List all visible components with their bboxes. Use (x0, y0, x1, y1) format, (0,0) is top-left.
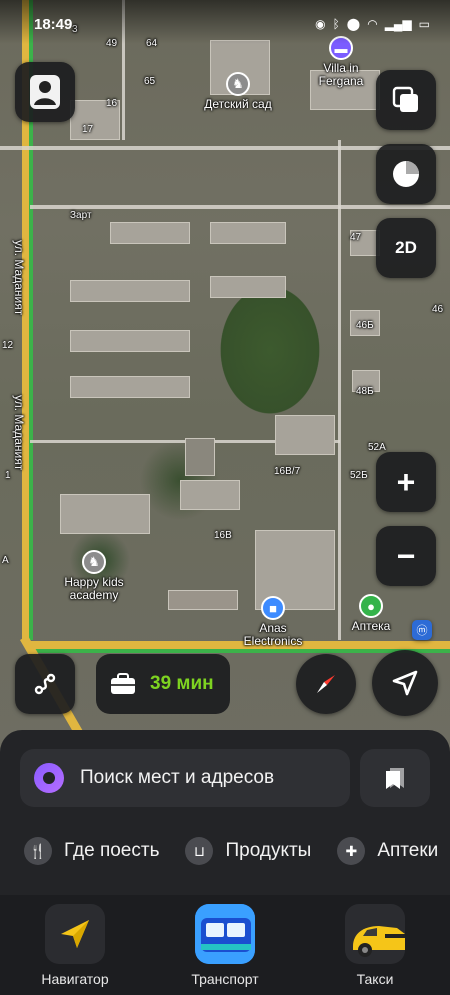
shopping-bag-icon: ■ (261, 596, 285, 620)
status-icons: ◉ ᛒ ⬤ ◠ ▂▄▆ ▭ (315, 17, 430, 31)
app-label: Такси (356, 971, 394, 987)
layers-button[interactable] (376, 70, 436, 130)
house-number: 16В (214, 530, 232, 541)
pill-icon: ● (359, 594, 383, 618)
bluetooth-icon: ᛒ (332, 17, 340, 31)
map-style-icon (393, 161, 419, 187)
status-bar: 18:49 ◉ ᛒ ⬤ ◠ ▂▄▆ ▭ (0, 0, 450, 44)
poi-kindergarten[interactable]: ♞ Детский сад (188, 72, 288, 111)
zoom-in-button[interactable]: + (376, 452, 436, 512)
chip-label: Продукты (225, 840, 312, 861)
house-number: 48Б (356, 386, 374, 397)
house-number: А (2, 555, 9, 566)
chip-label: Аптеки (377, 840, 439, 861)
search-placeholder: Поиск мест и адресов (80, 767, 275, 788)
route-icon (34, 673, 56, 695)
building (185, 438, 215, 476)
building (275, 415, 335, 455)
poi-happy-kids-academy[interactable]: ♞ Happy kids academy (44, 550, 144, 602)
eye-icon: ◉ (315, 17, 326, 31)
bottom-sheet: Поиск мест и адресов 🍴 Где поесть ⊔ Прод… (0, 730, 450, 895)
services-row: Навигатор Транспорт Такси (0, 895, 450, 995)
house-number: 17 (82, 124, 94, 135)
chip-where-to-eat[interactable]: 🍴 Где поесть (24, 837, 159, 865)
zoom-out-button[interactable]: − (376, 526, 436, 586)
building (70, 280, 190, 302)
plus-icon: ✚ (337, 837, 366, 865)
building (180, 480, 240, 510)
app-label: Навигатор (41, 971, 109, 987)
poi-pharmacy[interactable]: ● Аптека (336, 594, 406, 633)
app-label: Транспорт (191, 971, 259, 987)
chip-pharmacies[interactable]: ✚ Аптеки (337, 837, 438, 865)
house-number: 12 (2, 340, 14, 351)
alice-assistant-icon[interactable] (34, 763, 64, 793)
street-label: ул. Маданият (12, 395, 26, 471)
route-button[interactable] (15, 654, 75, 714)
commute-time-button[interactable]: 39 мин (96, 654, 230, 714)
signal-icon: ▂▄▆ (384, 17, 412, 31)
building (60, 494, 150, 534)
metro-icon[interactable]: ⓜ (412, 620, 432, 640)
chip-label: Где поесть (64, 840, 160, 861)
2d-mode-button[interactable]: 2D (376, 218, 436, 278)
rocking-horse-icon: ♞ (82, 550, 106, 574)
search-bar[interactable]: Поиск мест и адресов (20, 749, 350, 807)
navigator-icon (45, 904, 105, 964)
house-number: 1 (5, 470, 11, 481)
mode-label: 2D (395, 238, 417, 257)
house-number: 52Б (350, 470, 368, 481)
commute-time: 39 мин (150, 673, 214, 694)
road-right-vertical (338, 140, 341, 640)
compass-icon (317, 675, 335, 693)
street-label: Зарт (70, 210, 92, 221)
minus-icon: − (396, 537, 416, 574)
app-navigator[interactable]: Навигатор (25, 904, 125, 987)
house-number: 46 (432, 304, 444, 315)
street-label: ул. Маданият (12, 240, 26, 316)
location-arrow-icon (392, 670, 418, 696)
building (210, 222, 286, 244)
bookmarks-icon (386, 768, 404, 789)
layers-icon (392, 86, 418, 112)
status-time: 18:49 (34, 16, 73, 33)
traffic-line-horizontal (30, 649, 450, 653)
app-transport[interactable]: Транспорт (175, 904, 275, 987)
compass-button[interactable] (296, 654, 356, 714)
building (110, 222, 190, 244)
fork-knife-icon: 🍴 (24, 837, 52, 865)
bus-icon (195, 904, 255, 964)
taxi-icon (345, 904, 405, 964)
my-location-button[interactable] (372, 650, 438, 716)
building (70, 376, 190, 398)
house-number: 47 (350, 232, 362, 243)
house-number: 65 (144, 76, 156, 87)
battery-icon: ▭ (418, 17, 430, 31)
profile-button[interactable] (15, 62, 75, 122)
poi-anas-electronics[interactable]: ■ Anas Electronics (228, 596, 318, 648)
plus-icon: + (396, 463, 416, 500)
road-upper (30, 205, 450, 209)
building (70, 330, 190, 352)
wifi-icon: ◠ (367, 17, 378, 31)
bookmarks-button[interactable] (360, 749, 430, 807)
map-view[interactable]: ул. Маданият ул. Маданият Зарт 3 49 64 6… (0, 0, 450, 760)
briefcase-icon (111, 673, 135, 694)
category-chips: 🍴 Где поесть ⊔ Продукты ✚ Аптеки (24, 837, 438, 865)
location-icon: ⬤ (346, 17, 361, 31)
basket-icon: ⊔ (185, 837, 214, 865)
rocking-horse-icon: ♞ (226, 72, 250, 96)
house-number: 52А (368, 442, 386, 453)
user-icon (30, 75, 60, 109)
app-taxi[interactable]: Такси (325, 904, 425, 987)
house-number: 46Б (356, 320, 374, 331)
house-number: 16В/7 (274, 466, 301, 477)
building (210, 276, 286, 298)
chip-groceries[interactable]: ⊔ Продукты (185, 837, 311, 865)
house-number: 16 (106, 98, 118, 109)
map-style-button[interactable] (376, 144, 436, 204)
